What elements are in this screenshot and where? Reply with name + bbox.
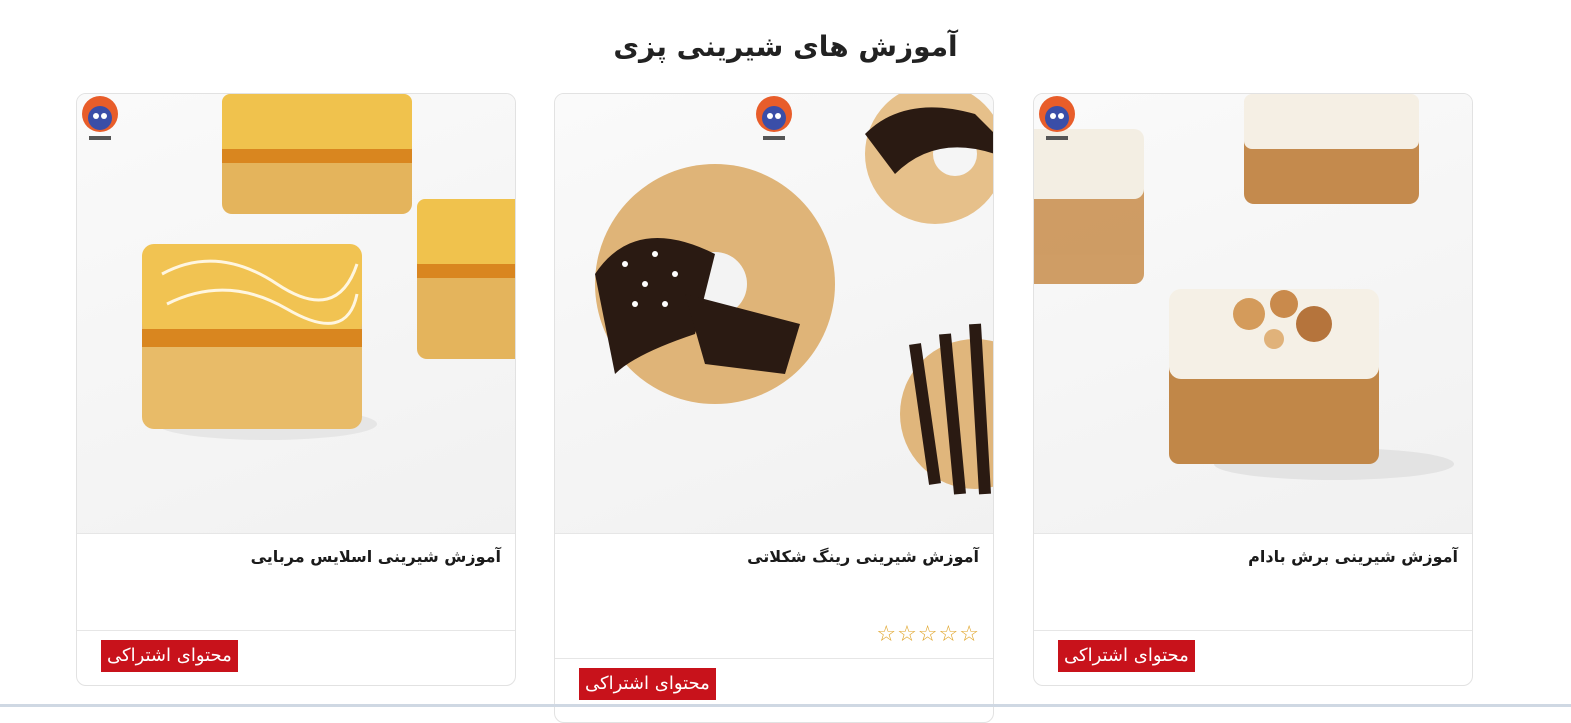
course-card-jam-slice[interactable]: آموزش شیرینی اسلایس مربایی محتوای اشتراک… — [76, 93, 516, 686]
course-title[interactable]: آموزش شیرینی برش بادام — [1248, 547, 1458, 566]
course-card-chocolate-ring[interactable]: آموزش شیرینی رینگ شکلاتی ☆☆☆☆☆ محتوای اش… — [554, 93, 994, 723]
subscription-badge[interactable]: محتوای اشتراکی — [579, 668, 716, 700]
rezim-logo-icon — [1039, 96, 1075, 140]
subscription-badge[interactable]: محتوای اشتراکی — [101, 640, 238, 672]
course-title[interactable]: آموزش شیرینی رینگ شکلاتی — [747, 547, 979, 566]
rezim-logo-icon — [756, 96, 792, 140]
star-outline-icon[interactable]: ☆ — [959, 622, 979, 647]
star-outline-icon[interactable]: ☆ — [939, 622, 959, 647]
divider — [555, 658, 993, 659]
course-image[interactable] — [1034, 94, 1472, 534]
course-image[interactable] — [77, 94, 515, 534]
divider — [77, 630, 515, 631]
course-image[interactable] — [555, 94, 993, 534]
course-title[interactable]: آموزش شیرینی اسلایس مربایی — [251, 547, 501, 566]
divider — [1034, 630, 1472, 631]
star-outline-icon[interactable]: ☆ — [897, 622, 917, 647]
rezim-logo-icon — [82, 96, 118, 140]
star-outline-icon[interactable]: ☆ — [918, 622, 938, 647]
subscription-badge[interactable]: محتوای اشتراکی — [1058, 640, 1195, 672]
rating-stars[interactable]: ☆☆☆☆☆ — [875, 622, 979, 647]
jam-slice-photo — [142, 94, 515, 440]
chocolate-ring-cookie-photo — [595, 94, 993, 495]
star-outline-icon[interactable]: ☆ — [876, 622, 896, 647]
almond-slice-photo — [1034, 94, 1454, 480]
course-card-almond[interactable]: آموزش شیرینی برش بادام محتوای اشتراکی — [1033, 93, 1473, 686]
section-title: آموزش های شیرینی پزی — [613, 30, 958, 63]
